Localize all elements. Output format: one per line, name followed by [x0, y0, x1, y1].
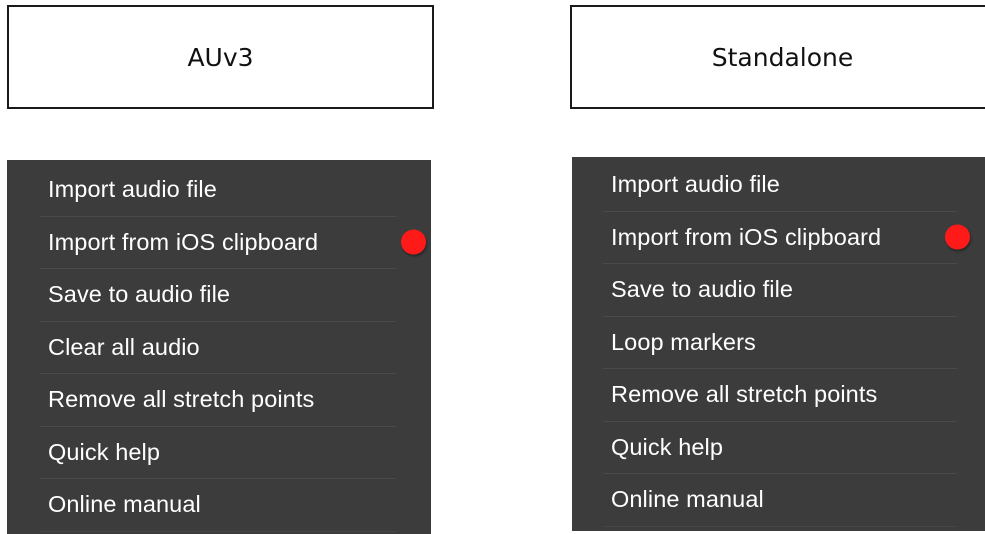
auv3-title-box: AUv3: [7, 5, 434, 109]
menu-item-label: Loop markers: [611, 328, 756, 355]
standalone-menu-item-import-from-ios-clipboard[interactable]: Import from iOS clipboard: [603, 212, 970, 264]
auv3-menu-item-save-to-audio-file[interactable]: Save to audio file: [40, 269, 396, 322]
standalone-menu-item-loop-markers[interactable]: Loop markers: [603, 317, 957, 369]
auv3-title: AUv3: [187, 42, 254, 72]
standalone-menu: Import audio file Import from iOS clipbo…: [572, 157, 985, 531]
menu-item-label: Online manual: [611, 486, 764, 513]
menu-item-label: Save to audio file: [611, 276, 794, 303]
standalone-title-box: Standalone: [570, 5, 985, 109]
red-dot-marker-icon: [945, 224, 970, 250]
menu-item-label: Save to audio file: [48, 281, 231, 308]
auv3-menu-item-online-manual[interactable]: Online manual: [40, 479, 396, 532]
standalone-title: Standalone: [711, 42, 854, 72]
auv3-menu-item-clear-all-audio[interactable]: Clear all audio: [40, 322, 396, 374]
red-dot-marker-icon: [401, 229, 426, 255]
menu-item-label: Import audio file: [48, 176, 217, 203]
menu-item-label: Quick help: [611, 433, 724, 460]
auv3-menu-item-quick-help[interactable]: Quick help: [40, 427, 396, 479]
menu-item-label: Remove all stretch points: [611, 381, 878, 408]
standalone-menu-item-import-audio-file[interactable]: Import audio file: [603, 159, 957, 212]
auv3-menu-item-import-from-ios-clipboard[interactable]: Import from iOS clipboard: [40, 217, 426, 269]
menu-item-label: Import from iOS clipboard: [611, 223, 882, 250]
menu-item-label: Quick help: [48, 438, 161, 465]
auv3-menu-item-remove-all-stretch-points[interactable]: Remove all stretch points: [40, 374, 396, 427]
auv3-menu-item-import-audio-file[interactable]: Import audio file: [40, 164, 396, 217]
menu-item-label: Import audio file: [611, 171, 780, 198]
standalone-menu-item-remove-all-stretch-points[interactable]: Remove all stretch points: [603, 369, 957, 422]
standalone-menu-item-quick-help[interactable]: Quick help: [603, 422, 957, 474]
menu-item-label: Clear all audio: [48, 333, 200, 360]
standalone-menu-item-save-to-audio-file[interactable]: Save to audio file: [603, 264, 957, 317]
menu-item-label: Import from iOS clipboard: [48, 228, 319, 255]
menu-item-label: Remove all stretch points: [48, 386, 315, 413]
auv3-menu: Import audio file Import from iOS clipbo…: [7, 160, 431, 534]
menu-item-label: Online manual: [48, 491, 201, 518]
standalone-menu-item-online-manual[interactable]: Online manual: [603, 474, 957, 527]
